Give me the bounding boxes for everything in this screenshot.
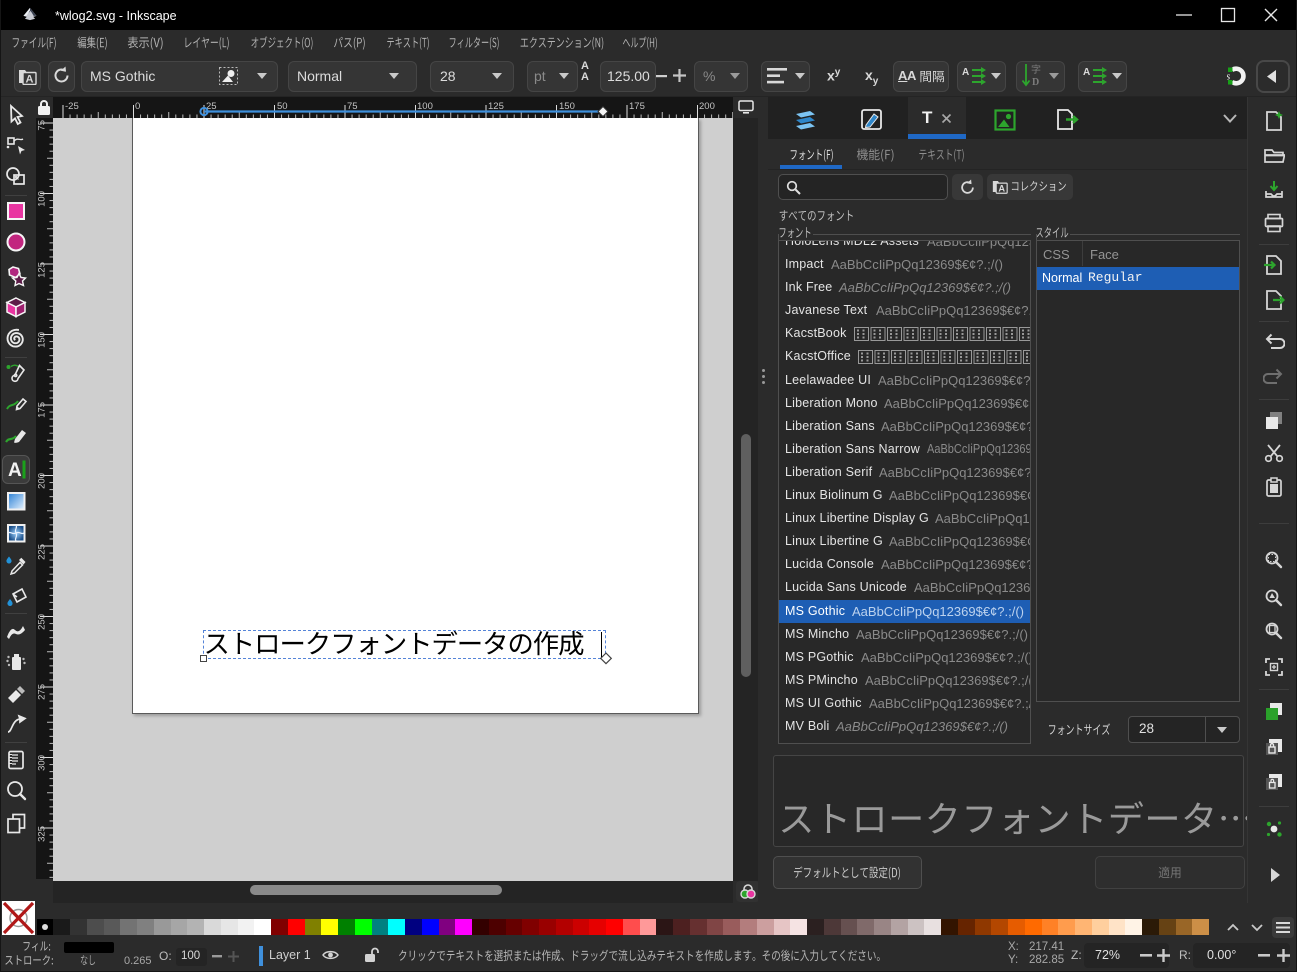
svg-text:125: 125 xyxy=(488,101,504,112)
svg-text:A: A xyxy=(26,74,34,86)
svg-text:175: 175 xyxy=(629,101,645,112)
svg-text:100: 100 xyxy=(417,101,433,112)
svg-text:75: 75 xyxy=(37,120,48,131)
svg-text:200: 200 xyxy=(699,101,715,112)
svg-text:200: 200 xyxy=(37,473,48,489)
svg-text:0: 0 xyxy=(135,101,140,112)
svg-text:150: 150 xyxy=(37,332,48,348)
svg-text:125: 125 xyxy=(37,262,48,278)
svg-text:325: 325 xyxy=(37,826,48,842)
svg-text:75: 75 xyxy=(347,101,358,112)
svg-text:A: A xyxy=(8,460,22,481)
svg-text:150: 150 xyxy=(559,101,575,112)
svg-text:275: 275 xyxy=(37,684,48,700)
svg-text:A: A xyxy=(962,67,969,78)
svg-text:A: A xyxy=(998,184,1005,194)
svg-text:225: 225 xyxy=(37,544,48,560)
svg-text:100: 100 xyxy=(37,191,48,207)
svg-text:s: s xyxy=(1227,71,1230,83)
svg-text:50: 50 xyxy=(277,101,288,112)
svg-text:300: 300 xyxy=(37,755,48,771)
svg-text:D: D xyxy=(1032,77,1039,88)
svg-text:-25: -25 xyxy=(65,101,79,112)
svg-text:A: A xyxy=(1083,67,1090,78)
svg-text:175: 175 xyxy=(37,402,48,418)
svg-text:250: 250 xyxy=(37,614,48,630)
